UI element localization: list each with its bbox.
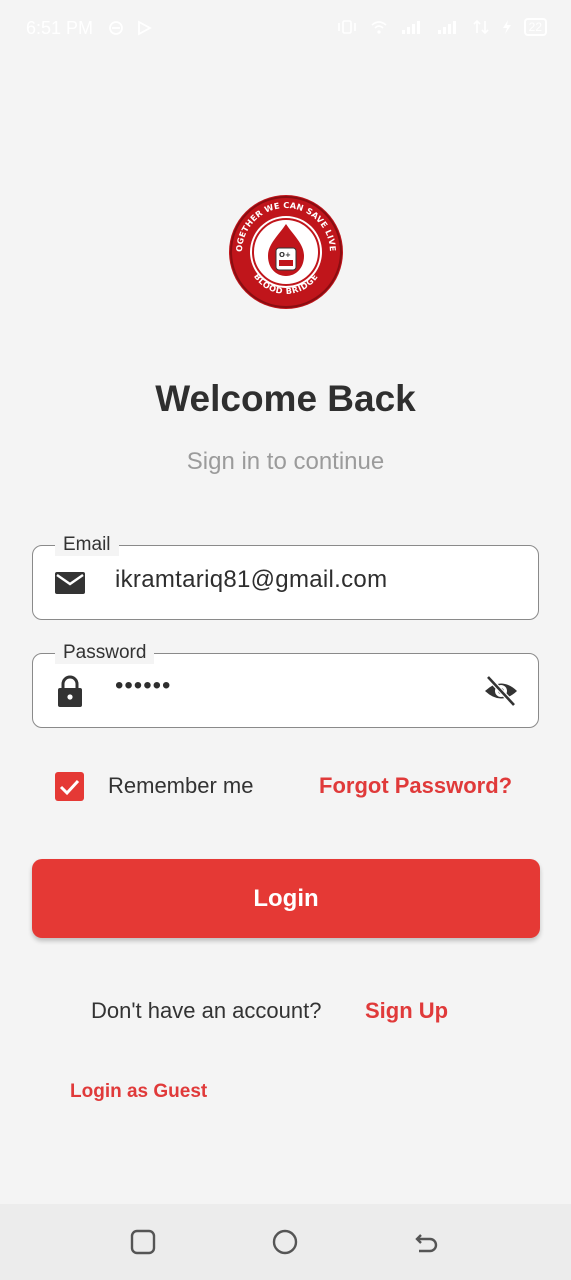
status-left-icons [108,20,152,36]
login-screen: 6:51 PM 22 O+ OGETHER WE CAN SAVE LIVE B… [0,0,571,1280]
page-title: Welcome Back [155,378,416,419]
remember-me-label[interactable]: Remember me [108,773,253,799]
blood-bridge-logo: O+ TOGETHER WE CAN SAVE LIVES BLOOD BRID… [228,194,343,309]
notification-icon [109,21,123,35]
back-icon[interactable] [413,1228,441,1256]
page-subtitle: Sign in to continue [186,448,385,475]
navigation-bar [0,1204,571,1280]
login-button[interactable]: Login [32,859,540,938]
login-as-guest-link[interactable]: Login as Guest [70,1081,207,1103]
battery-indicator: 22 [523,18,547,36]
email-value: ikramtariq81@gmail.com [115,566,388,593]
eye-off-icon[interactable] [482,672,520,710]
check-icon [59,779,80,796]
sign-up-link[interactable]: Sign Up [365,998,448,1024]
play-store-icon [138,20,152,36]
vibrate-icon [337,20,356,34]
remember-me-checkbox[interactable] [55,772,84,801]
recent-apps-icon[interactable] [129,1228,157,1256]
status-time: 6:51 PM [26,18,94,38]
password-value: •••••• [115,672,172,699]
mail-icon [55,572,85,594]
charging-icon [502,20,511,34]
home-icon[interactable] [271,1228,299,1256]
password-label: Password [55,642,155,664]
signal-bars-icon-1 [401,21,420,34]
forgot-password-link[interactable]: Forgot Password? [319,773,512,799]
email-field[interactable]: Email ikramtariq81@gmail.com [32,534,539,620]
email-label: Email [55,534,119,556]
signal-bars-icon-2 [437,21,456,34]
logo-bag-label: O+ [279,251,291,259]
lock-icon [58,675,82,707]
no-account-text: Don't have an account? [91,998,322,1023]
data-icon [473,19,489,35]
password-field[interactable]: Password •••••• [32,642,539,728]
status-bar: 6:51 PM 22 [0,0,571,58]
status-right-icons: 22 [336,18,547,36]
wifi-signal-icon [371,21,387,34]
